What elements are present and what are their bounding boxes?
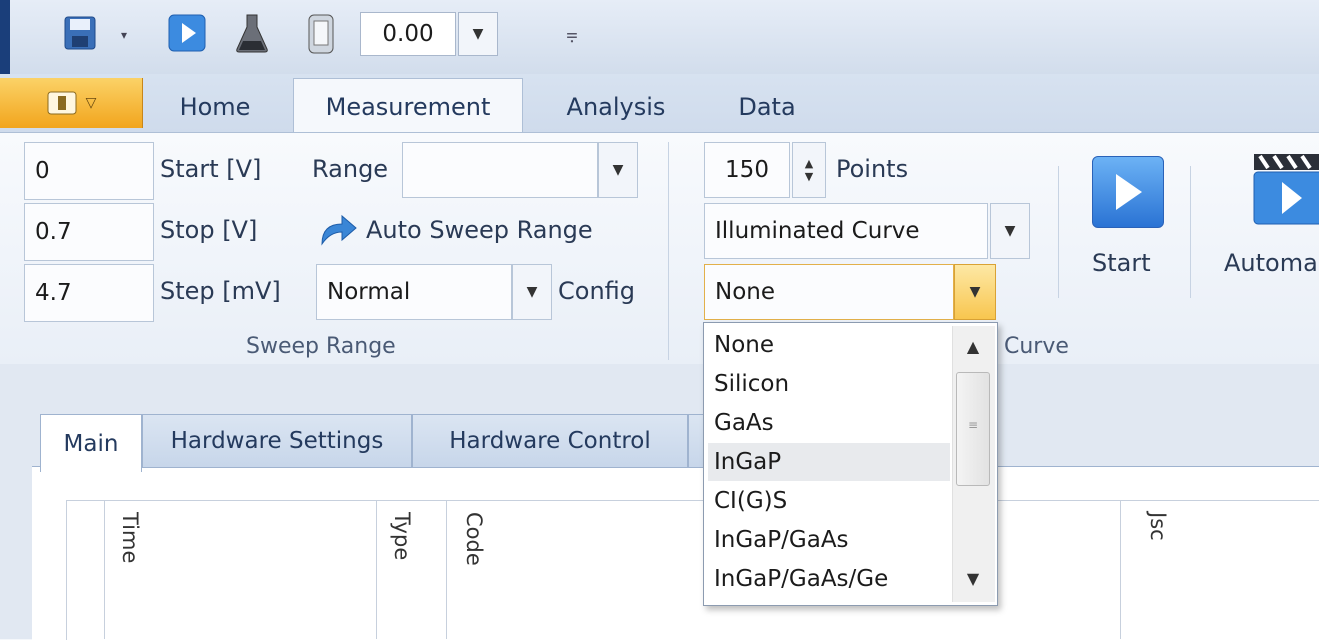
curve-type-dropdown-button[interactable]: ▼ — [990, 203, 1030, 259]
app-logo-icon — [0, 0, 10, 74]
chevron-down-icon: ▼ — [1004, 223, 1016, 239]
dropdown-item-ingap-gaas-ge[interactable]: InGaP/GaAs/Ge — [708, 560, 950, 598]
column-divider — [446, 500, 447, 639]
customize-toolbar-icon[interactable]: ⩦ — [560, 18, 584, 48]
range-dropdown-button[interactable]: ▼ — [598, 142, 638, 198]
chevron-down-icon: ▽ — [85, 95, 97, 111]
spin-down-icon: ▼ — [804, 170, 814, 183]
cell-type-dropdown-button[interactable]: ▼ — [954, 264, 996, 320]
dropdown-item-ingap[interactable]: InGaP — [708, 443, 950, 481]
zoom-input[interactable]: 0.00 — [360, 12, 456, 56]
automation-icon[interactable] — [1252, 152, 1319, 228]
chevron-down-icon: ▼ — [969, 284, 981, 300]
scroll-down-icon[interactable]: ▼ — [958, 564, 988, 592]
config-select[interactable]: Normal — [316, 264, 512, 320]
chevron-down-icon: ▼ — [526, 284, 538, 300]
column-header-jsc[interactable]: Jsc — [1146, 512, 1170, 541]
group-divider — [1190, 166, 1191, 298]
config-label: Config — [558, 277, 636, 305]
column-divider — [376, 500, 377, 639]
curve-type-select[interactable]: Illuminated Curve — [704, 203, 988, 259]
cell-type-select[interactable]: None — [704, 264, 954, 320]
tab-measurement[interactable]: Measurement — [293, 84, 523, 130]
stop-label: Stop [V] — [160, 216, 258, 244]
spin-up-icon: ▲ — [804, 157, 814, 170]
group-divider — [1058, 166, 1059, 298]
dropdown-item-none[interactable]: None — [708, 326, 950, 364]
tab-hardware-settings[interactable]: Hardware Settings — [142, 414, 412, 468]
dropdown-item-silicon[interactable]: Silicon — [708, 365, 950, 403]
device-icon[interactable] — [304, 12, 338, 56]
points-spinner[interactable]: ▲ ▼ — [792, 142, 826, 198]
column-divider — [104, 500, 105, 639]
tab-data[interactable]: Data — [712, 84, 822, 130]
range-select[interactable] — [402, 142, 598, 198]
points-label: Points — [836, 155, 909, 183]
run-icon[interactable] — [166, 12, 208, 54]
start-icon[interactable] — [1092, 156, 1164, 228]
step-label: Step [mV] — [160, 277, 281, 305]
grip-icon: ≡ — [967, 418, 979, 432]
sweep-range-group-label: Sweep Range — [246, 334, 396, 359]
dropdown-item-ingap-gaas[interactable]: InGaP/GaAs — [708, 521, 950, 559]
save-dropdown-icon[interactable]: ▾ — [116, 20, 132, 50]
tab-main[interactable]: Main — [40, 414, 142, 472]
group-divider — [668, 142, 669, 360]
zoom-dropdown-button[interactable]: ▼ — [458, 12, 498, 56]
dropdown-item-cigs[interactable]: CI(G)S — [708, 482, 950, 520]
curve-group-label: Curve — [1004, 334, 1069, 359]
points-input[interactable]: 150 — [704, 142, 790, 198]
tab-hardware-control[interactable]: Hardware Control — [412, 414, 688, 468]
application-menu-button[interactable]: ▽ — [0, 78, 143, 128]
column-header-time[interactable]: Time — [118, 512, 142, 563]
flask-icon[interactable] — [232, 10, 272, 56]
results-table — [66, 500, 1319, 640]
config-dropdown-button[interactable]: ▼ — [512, 264, 552, 320]
save-icon[interactable] — [62, 12, 98, 54]
stop-voltage-input[interactable]: 0.7 — [24, 203, 154, 261]
tab-analysis[interactable]: Analysis — [546, 84, 686, 130]
start-label: Start [V] — [160, 155, 262, 183]
chevron-down-icon: ▼ — [472, 26, 484, 42]
start-voltage-input[interactable]: 0 — [24, 142, 154, 200]
step-input[interactable]: 4.7 — [24, 264, 154, 322]
automation-button[interactable]: Automa — [1224, 249, 1318, 277]
column-header-code[interactable]: Code — [462, 512, 486, 566]
scroll-up-icon[interactable]: ▲ — [958, 332, 988, 360]
tab-home[interactable]: Home — [160, 84, 270, 130]
dropdown-item-gaas[interactable]: GaAs — [708, 404, 950, 442]
auto-sweep-range-button[interactable]: Auto Sweep Range — [366, 216, 593, 244]
start-button[interactable]: Start — [1092, 249, 1151, 277]
column-divider — [1120, 500, 1121, 639]
chevron-down-icon: ▼ — [612, 162, 624, 178]
column-header-type[interactable]: Type — [390, 512, 414, 560]
auto-sweep-icon — [318, 212, 358, 248]
app-menu-icon — [47, 91, 77, 115]
range-label: Range — [312, 155, 389, 183]
